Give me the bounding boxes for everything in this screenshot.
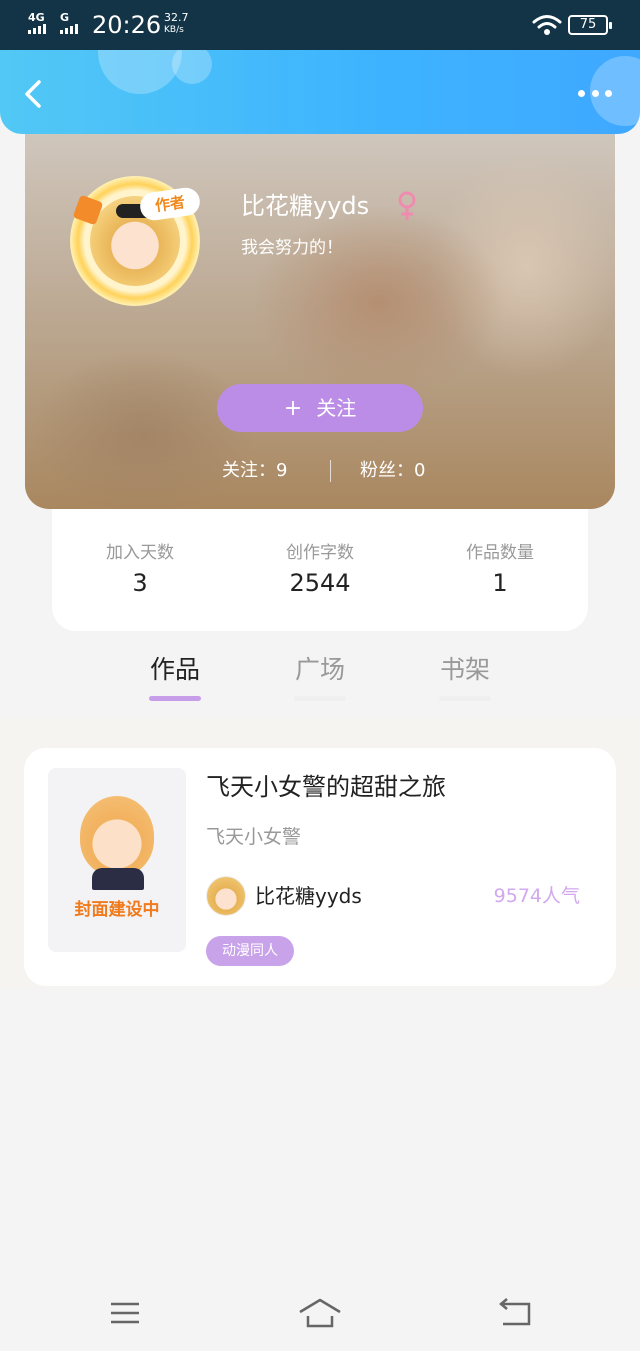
chevron-left-icon[interactable] xyxy=(18,78,50,110)
follow-label: 关注 xyxy=(316,396,357,420)
stat-value: 3 xyxy=(132,569,148,597)
stats-card: 加入天数 3 创作字数 2544 作品数量 1 xyxy=(52,509,588,631)
home-icon[interactable] xyxy=(298,1296,342,1330)
work-tag[interactable]: 动漫同人 xyxy=(206,936,294,966)
stat-word-count: 创作字数 2544 xyxy=(260,541,380,599)
tab-bookshelf[interactable]: 书架 xyxy=(415,652,515,688)
decor-bubble xyxy=(98,50,182,94)
system-nav-bar xyxy=(0,1280,640,1351)
follow-button[interactable]: + 关注 xyxy=(217,384,423,432)
user-bio: 我会努力的！ xyxy=(241,238,343,258)
tab-square[interactable]: 广场 xyxy=(270,652,370,688)
network-type-2: G xyxy=(60,11,70,24)
cover-illustration-body xyxy=(92,868,144,890)
work-cover[interactable]: 封面建设中 xyxy=(48,768,186,952)
stat-value: 2544 xyxy=(289,569,351,597)
stat-label: 作品数量 xyxy=(466,543,534,563)
divider xyxy=(330,460,331,482)
speed-value: 32.7 xyxy=(164,11,189,24)
cover-placeholder-text: 封面建设中 xyxy=(74,900,160,920)
following-count[interactable]: 关注：9 xyxy=(222,458,287,484)
work-subtitle: 飞天小女警 xyxy=(206,826,302,848)
profile-card: 作者 比花糖yyds 我会努力的！ + 关注 关注：9 粉丝：0 xyxy=(25,134,615,509)
username: 比花糖yyds xyxy=(241,192,370,220)
avatar[interactable]: 作者 xyxy=(70,176,202,306)
network-speed: 32.7 KB/s xyxy=(164,12,189,36)
app-header xyxy=(0,50,640,134)
more-horizontal-icon[interactable] xyxy=(578,88,612,98)
work-popularity: 9574人气 xyxy=(493,885,580,907)
network-type-1: 4G xyxy=(28,11,45,24)
stat-value: 1 xyxy=(492,569,508,597)
tab-indicator-active xyxy=(149,696,201,701)
signal-icon xyxy=(28,24,46,34)
author-avatar[interactable] xyxy=(206,876,246,916)
stat-join-days: 加入天数 3 xyxy=(80,541,200,599)
work-card[interactable]: 封面建设中 飞天小女警的超甜之旅 飞天小女警 比花糖yyds 9574人气 动漫… xyxy=(24,748,616,986)
work-author[interactable]: 比花糖yyds xyxy=(255,882,362,910)
tab-bar: 作品 广场 书架 xyxy=(0,640,640,716)
tab-works[interactable]: 作品 xyxy=(125,652,225,688)
stat-label: 创作字数 xyxy=(286,543,354,563)
menu-icon[interactable] xyxy=(105,1296,145,1330)
plus-icon: + xyxy=(283,396,303,421)
tab-indicator xyxy=(439,696,491,701)
decor-bubble xyxy=(172,50,212,84)
fans-count[interactable]: 粉丝：0 xyxy=(360,458,425,484)
stat-label: 加入天数 xyxy=(106,543,174,563)
wifi-icon xyxy=(532,15,562,35)
status-bar: 4G G 20:26 32.7 KB/s 75 xyxy=(0,0,640,50)
back-icon[interactable] xyxy=(495,1296,535,1330)
work-title[interactable]: 飞天小女警的超甜之旅 xyxy=(206,770,446,804)
cover-illustration xyxy=(80,796,154,876)
speed-unit: KB/s xyxy=(164,25,184,35)
female-icon xyxy=(398,191,416,220)
signal-icon-2 xyxy=(60,24,78,34)
clock: 20:26 xyxy=(92,11,162,39)
tab-indicator xyxy=(294,696,346,701)
battery-indicator: 75 xyxy=(568,15,612,35)
stat-works-count: 作品数量 1 xyxy=(440,541,560,599)
